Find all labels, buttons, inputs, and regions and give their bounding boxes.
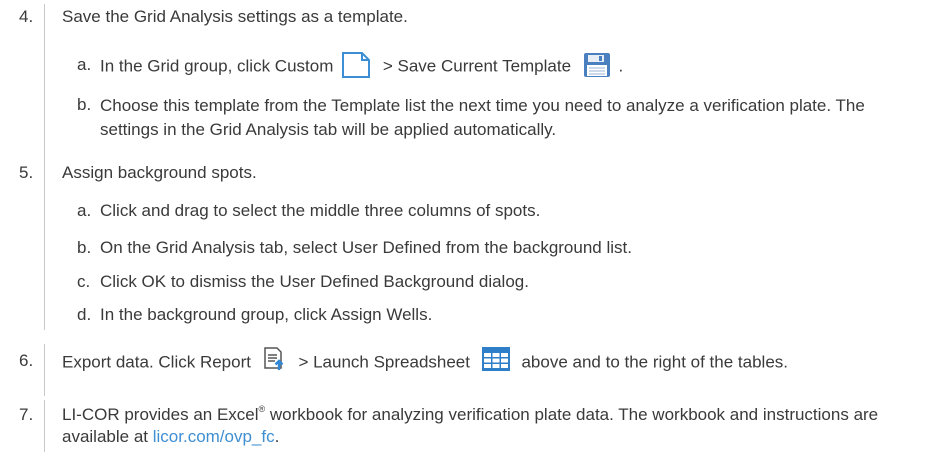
substep-letter: a. xyxy=(77,55,92,74)
step-text: Assign background spots. xyxy=(62,163,257,182)
step-text: Export data. Click Report > Launch Sprea… xyxy=(62,347,862,376)
step-text-part: Export data. Click Report xyxy=(62,352,251,372)
step-divider xyxy=(44,400,45,452)
substep-text: Choose this template from the Template l… xyxy=(100,96,865,139)
save-disk-icon xyxy=(582,52,612,78)
step-text: Save the Grid Analysis settings as a tem… xyxy=(62,7,408,26)
blank-page-icon xyxy=(340,52,372,78)
substep-text: In the background group, click Assign We… xyxy=(100,305,433,324)
spreadsheet-icon xyxy=(481,346,511,372)
substep-letter: b. xyxy=(77,238,92,257)
step-text-part: > Launch Spreadsheet xyxy=(298,352,470,372)
substep-text: Click OK to dismiss the User Defined Bac… xyxy=(100,272,529,291)
step-text-part: above and to the right of the tables. xyxy=(521,352,788,372)
substep-letter: d. xyxy=(77,305,92,324)
substep-text-part: > Save Current Template xyxy=(382,56,572,76)
step-divider xyxy=(44,160,45,330)
substep-letter: c. xyxy=(77,272,91,291)
substep-text: Click and drag to select the middle thre… xyxy=(100,201,541,220)
substep-letter: a. xyxy=(77,201,92,220)
substep-text: On the Grid Analysis tab, select User De… xyxy=(100,238,632,257)
substep-text-part: In the Grid group, click Custom xyxy=(100,56,334,76)
step-text-part: LI-COR provides an Excel xyxy=(62,405,259,424)
step-divider xyxy=(44,344,45,396)
substep-text-part: . xyxy=(618,56,624,76)
licor-ovp-link[interactable]: licor.com/ovp_fc xyxy=(153,427,275,446)
report-export-icon xyxy=(262,346,288,372)
step-text-part: . xyxy=(274,427,280,446)
substep-text: In the Grid group, click Custom > Save C… xyxy=(100,52,925,80)
step-divider xyxy=(44,4,45,160)
substep-letter: b. xyxy=(77,95,92,114)
step-text: LI-COR provides an Excel® workbook for a… xyxy=(62,404,922,448)
